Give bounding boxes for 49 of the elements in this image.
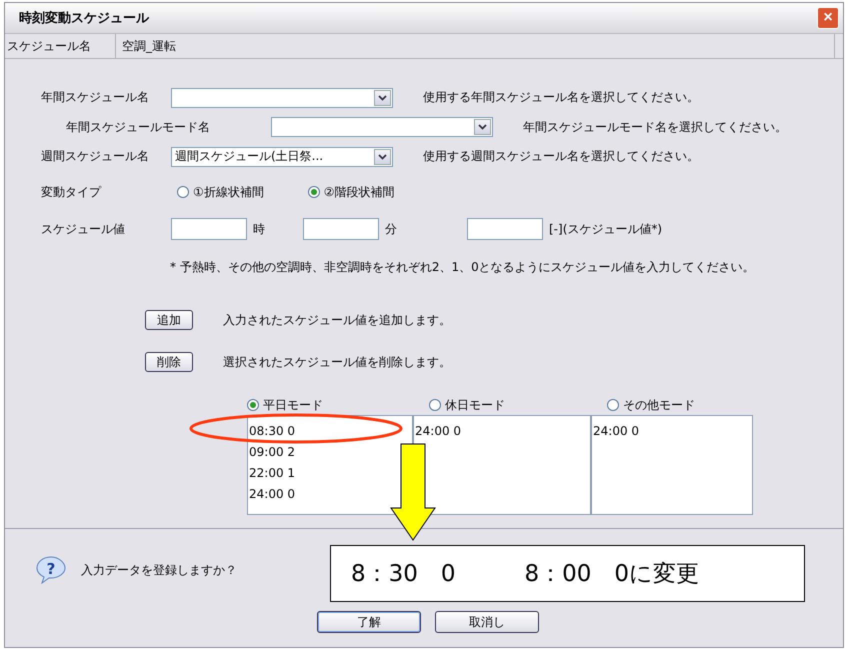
question-icon: ? xyxy=(35,555,67,585)
confirm-message: 入力データを登録しますか？ xyxy=(81,562,237,578)
list-item[interactable]: 09:00 2 xyxy=(248,445,296,460)
radio-button[interactable]: ①折線状補間 xyxy=(177,184,264,200)
schedule-name-value: 空調_運転 xyxy=(116,34,835,58)
field-label: 変動タイプ xyxy=(41,184,102,200)
list-item[interactable]: 24:00 0 xyxy=(414,424,462,439)
callout-text: 8：30 0 8：00 0に変更 xyxy=(330,545,805,602)
field-label: 年間スケジュールモード名 xyxy=(66,118,211,136)
unit-label: 分 xyxy=(385,220,397,238)
schedule-list[interactable]: 24:00 0 xyxy=(413,415,591,515)
radio-button[interactable]: その他モード xyxy=(607,396,695,414)
dropdown-button[interactable] xyxy=(374,90,391,106)
action-description: 入力されたスケジュール値を追加します。 xyxy=(223,312,451,328)
action-description: 選択されたスケジュール値を削除します。 xyxy=(223,354,451,370)
list-item[interactable]: 24:00 0 xyxy=(248,487,296,502)
field-label: スケジュール値 xyxy=(41,220,126,238)
minute-field[interactable] xyxy=(303,218,379,240)
list-item[interactable]: 22:00 1 xyxy=(248,466,296,481)
schedule-name-label: スケジュール名 xyxy=(5,34,116,58)
list-item[interactable]: 08:30 0 xyxy=(248,424,296,439)
value-field[interactable] xyxy=(467,218,543,240)
cancel-button[interactable]: 取消し xyxy=(435,611,539,633)
hour-field[interactable] xyxy=(171,218,247,240)
radio-button[interactable]: 休日モード xyxy=(429,396,505,414)
dropdown-button[interactable] xyxy=(474,119,491,135)
list-item[interactable]: 24:00 0 xyxy=(592,424,640,439)
hint-text: 年間スケジュールモード名を選択してください。 xyxy=(523,118,787,136)
caret-icon xyxy=(378,154,387,160)
ok-button[interactable]: 了解 xyxy=(317,611,421,633)
action-button[interactable]: 追加 xyxy=(145,310,193,330)
unit-label: 時 xyxy=(253,220,265,238)
hint-text: 使用する週間スケジュール名を選択してください。 xyxy=(423,148,699,165)
field-label: 週間スケジュール名 xyxy=(41,148,150,165)
caret-icon xyxy=(378,94,387,100)
radio-button[interactable]: 平日モード xyxy=(247,396,323,414)
field-label: 年間スケジュール名 xyxy=(41,89,150,106)
close-button[interactable]: × xyxy=(817,7,839,29)
dropdown[interactable]: 週間スケジュール(土日祭... xyxy=(171,146,393,166)
radio-button[interactable]: ②階段状補間 xyxy=(308,184,395,200)
window-title: 時刻変動スケジュール xyxy=(19,10,149,27)
hint-text: 使用する年間スケジュール名を選択してください。 xyxy=(423,89,699,106)
schedule-list[interactable]: 24:00 0 xyxy=(591,415,753,515)
unit-label: [-](スケジュール値*) xyxy=(549,220,662,238)
caret-icon xyxy=(478,124,487,130)
note-text: * 予熱時、その他の空調時、非空調時をそれぞれ2、1、0となるようにスケジュール値を入力してください。 xyxy=(169,258,755,276)
action-button[interactable]: 削除 xyxy=(145,352,193,372)
dropdown-button[interactable] xyxy=(374,148,391,164)
arrow-icon xyxy=(390,443,436,541)
